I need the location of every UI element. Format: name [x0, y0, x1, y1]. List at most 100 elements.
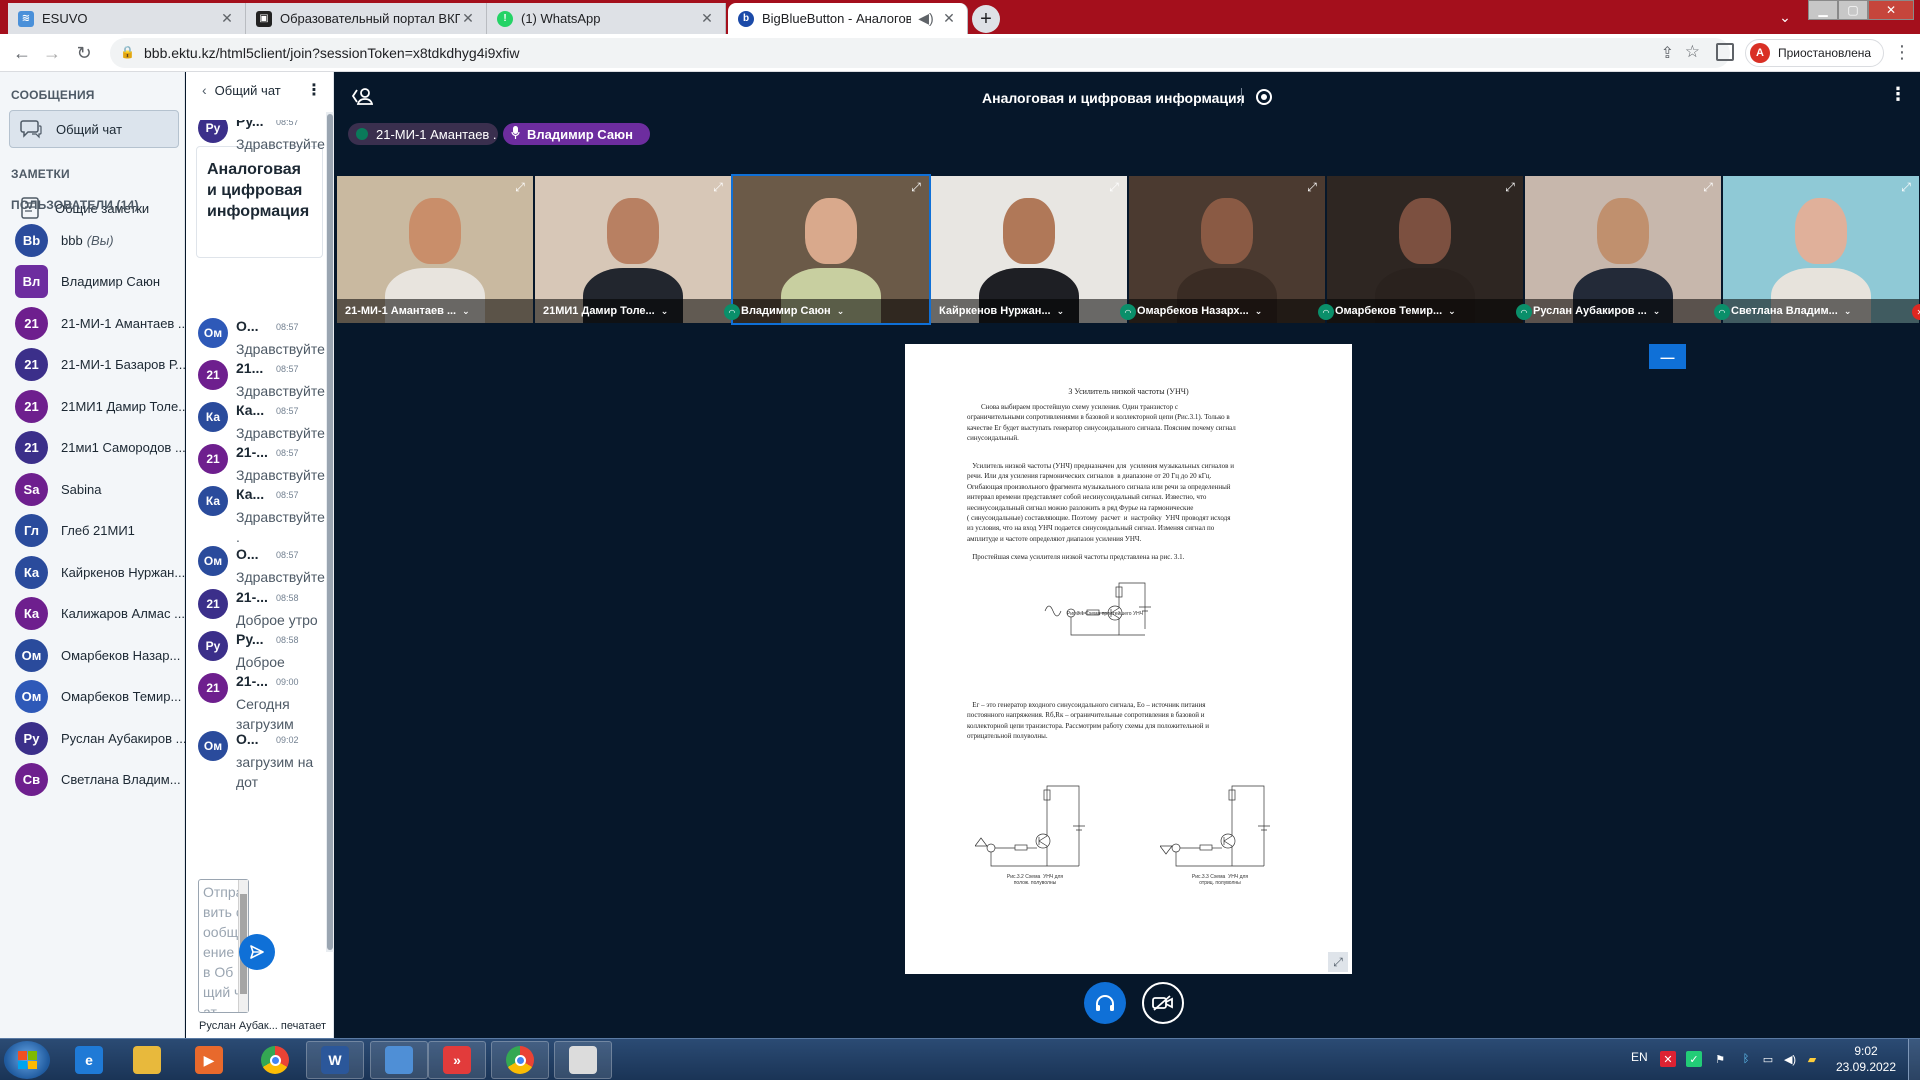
webcam-label[interactable]: Омарбеков Темир... ⌄ — [1327, 299, 1523, 323]
fullscreen-webcam-icon[interactable]: ⤢ — [1503, 181, 1517, 195]
close-tab-icon[interactable]: ✕ — [219, 10, 235, 27]
tab-whatsapp[interactable]: ! (1) WhatsApp ✕ — [487, 3, 726, 34]
webcam-label[interactable]: Руслан Аубакиров ... ⌄ — [1525, 299, 1721, 323]
browser-menu-icon[interactable]: ⋮ — [1892, 43, 1912, 63]
toggle-user-list-icon[interactable] — [351, 86, 374, 108]
close-tab-icon[interactable]: ✕ — [941, 10, 957, 27]
tab-search-icon[interactable]: ⌄ — [1774, 6, 1796, 28]
close-tab-icon[interactable]: ✕ — [460, 10, 476, 27]
presentation-slide[interactable]: 3 Усилитель низкой частоты (УНЧ) Снова в… — [905, 344, 1352, 974]
user-list-item[interactable]: Ка Кайркенов Нуржан... — [0, 550, 185, 594]
webcam-label[interactable]: Светлана Владим... ⌄ — [1723, 299, 1919, 323]
user-list-item[interactable]: Bb bbb (Вы) — [0, 218, 185, 262]
bookmark-star-icon[interactable]: ☆ — [1685, 42, 1700, 62]
public-chat-item[interactable]: Общий чат — [9, 110, 179, 148]
side-panel-icon[interactable] — [1716, 43, 1734, 61]
webcam-label[interactable]: Владимир Саюн ⌄ — [733, 299, 929, 323]
webcam-tile[interactable]: ⤢ 21МИ1 Дамир Толе... ⌄ — [535, 176, 731, 323]
taskbar-chrome-button[interactable] — [246, 1041, 304, 1079]
address-bar[interactable]: 🔒 bbb.ektu.kz/html5client/join?sessionTo… — [110, 38, 1730, 68]
fullscreen-webcam-icon[interactable]: ⤢ — [1899, 181, 1913, 195]
fullscreen-webcam-icon[interactable]: ⤢ — [513, 181, 527, 195]
user-list-item[interactable]: 21 21ми1 Самородов ... — [0, 426, 185, 470]
share-icon[interactable]: ⇪ — [1661, 43, 1674, 63]
user-list-item[interactable]: Св Светлана Владим... — [0, 758, 185, 802]
flag-tray-icon[interactable]: ⚑ — [1712, 1051, 1728, 1067]
talking-indicator[interactable]: Владимир Саюн — [503, 123, 650, 145]
fullscreen-webcam-icon[interactable]: ⤢ — [1305, 181, 1319, 195]
taskbar-explorer-button[interactable] — [118, 1041, 176, 1079]
minimize-presentation-button[interactable]: — — [1649, 344, 1686, 369]
system-clock[interactable]: 9:02 23.09.2022 — [1830, 1043, 1902, 1075]
fullscreen-presentation-icon[interactable]: ⤢ — [1328, 952, 1348, 972]
webcam-label[interactable]: Омарбеков Назарх... ⌄ — [1129, 299, 1325, 323]
chrome-profile-icon — [506, 1046, 534, 1074]
recording-indicator-icon[interactable] — [1256, 89, 1272, 105]
security-tray-icon[interactable]: ✓ — [1686, 1051, 1702, 1067]
back-arrow-icon[interactable]: ← — [10, 41, 34, 65]
send-message-button[interactable] — [239, 934, 275, 970]
user-list-item[interactable]: 21 21-МИ-1 Амантаев ... — [0, 301, 185, 345]
webcam-label[interactable]: 21МИ1 Дамир Толе... ⌄ — [535, 299, 731, 323]
keyboard-language[interactable]: EN — [1631, 1050, 1648, 1064]
network-tray-icon[interactable]: ▭ — [1760, 1051, 1776, 1067]
chat-title[interactable]: Общий чат — [215, 83, 281, 98]
taskbar-calculator-button[interactable] — [554, 1041, 612, 1079]
minimize-window-icon[interactable]: ▁ — [1808, 0, 1838, 20]
forward-arrow-icon[interactable]: → — [40, 41, 64, 65]
anydesk-tray-icon[interactable]: ✕ — [1660, 1051, 1676, 1067]
user-list-item[interactable]: Ру Руслан Аубакиров ... — [0, 716, 185, 760]
maximize-window-icon[interactable]: ▢ — [1838, 0, 1868, 20]
fullscreen-webcam-icon[interactable]: ⤢ — [909, 181, 923, 195]
share-webcam-button[interactable] — [1142, 982, 1184, 1024]
taskbar-word-button[interactable]: W — [306, 1041, 364, 1079]
leave-audio-button[interactable] — [1084, 982, 1126, 1024]
webcam-tile[interactable]: ⤢ 21-МИ-1 Амантаев ... ⌄ — [337, 176, 533, 323]
taskbar-media-button[interactable]: ▶ — [180, 1041, 238, 1079]
show-desktop-button[interactable] — [1908, 1039, 1920, 1080]
tab-audio-icon[interactable]: ◀) — [911, 10, 941, 27]
webcam-label[interactable]: Кайркенов Нуржан... ⌄ — [931, 299, 1127, 323]
tab-esuvo[interactable]: ≋ ESUVO ✕ — [8, 3, 246, 34]
taskbar-presentation-button[interactable] — [370, 1041, 428, 1079]
taskbar-ie-button[interactable]: e — [60, 1041, 118, 1079]
close-window-icon[interactable]: ✕ — [1868, 0, 1914, 20]
webcam-tile[interactable]: ⤢ Владимир Саюн ⌄ — [731, 174, 931, 325]
webcam-tile[interactable]: ⤢ Омарбеков Темир... ⌄ — [1327, 176, 1523, 323]
user-list-item[interactable]: 21 21-МИ-1 Базаров Р... — [0, 343, 185, 387]
chat-scrollbar[interactable] — [326, 112, 334, 952]
reload-icon[interactable]: ↻ — [72, 41, 96, 65]
user-list-item[interactable]: Вл Владимир Саюн — [0, 260, 185, 304]
webcam-tile[interactable]: ⤢ Омарбеков Назарх... ⌄ — [1129, 176, 1325, 323]
chat-scrollbar-thumb[interactable] — [327, 114, 333, 950]
profile-button[interactable]: А Приостановлена — [1745, 39, 1885, 67]
power-tray-icon[interactable]: ▰ — [1804, 1051, 1820, 1067]
start-button[interactable] — [4, 1041, 50, 1079]
user-list-item[interactable]: 21 21МИ1 Дамир Толе... — [0, 384, 185, 428]
user-list-item[interactable]: Гл Глеб 21МИ1 — [0, 509, 185, 553]
bluetooth-tray-icon[interactable]: ᛒ — [1738, 1051, 1754, 1067]
options-menu-icon[interactable]: ⋮ — [1889, 84, 1907, 105]
taskbar-chrome-profile-button[interactable] — [491, 1041, 549, 1079]
webcam-label[interactable]: 21-МИ-1 Амантаев ... ⌄ — [337, 299, 533, 323]
fullscreen-webcam-icon[interactable]: ⤢ — [1107, 181, 1121, 195]
webcam-tile[interactable]: ⤢ Кайркенов Нуржан... ⌄ — [931, 176, 1127, 323]
tab-bigbluebutton[interactable]: b BigBlueButton - Аналоговая ◀) ✕ — [728, 3, 968, 34]
user-list-item[interactable]: Ка Калижаров Алмас ... — [0, 592, 185, 636]
close-tab-icon[interactable]: ✕ — [699, 10, 715, 27]
fullscreen-webcam-icon[interactable]: ⤢ — [711, 181, 725, 195]
chat-options-icon[interactable]: ⋮ — [306, 80, 322, 100]
webcam-tile[interactable]: ⤢ Светлана Владим... ⌄ — [1723, 176, 1919, 323]
webcam-user-name: Кайркенов Нуржан... — [939, 305, 1051, 317]
user-list-item[interactable]: Ом Омарбеков Темир... — [0, 675, 185, 719]
user-list-item[interactable]: Ом Омарбеков Назар... — [0, 633, 185, 677]
volume-tray-icon[interactable]: ◀) — [1782, 1051, 1798, 1067]
tab-portal[interactable]: ▣ Образовательный портал ВКГТУ ✕ — [246, 3, 487, 34]
taskbar-anydesk-button[interactable]: » — [428, 1041, 486, 1079]
talking-indicator[interactable]: 21-МИ-1 Амантаев ... — [348, 123, 498, 145]
new-tab-button[interactable]: + — [972, 5, 1000, 33]
user-list-item[interactable]: Sa Sabina — [0, 467, 185, 511]
fullscreen-webcam-icon[interactable]: ⤢ — [1701, 181, 1715, 195]
chevron-left-icon[interactable]: ‹ — [202, 82, 207, 98]
webcam-tile[interactable]: ⤢ Руслан Аубакиров ... ⌄ — [1525, 176, 1721, 323]
